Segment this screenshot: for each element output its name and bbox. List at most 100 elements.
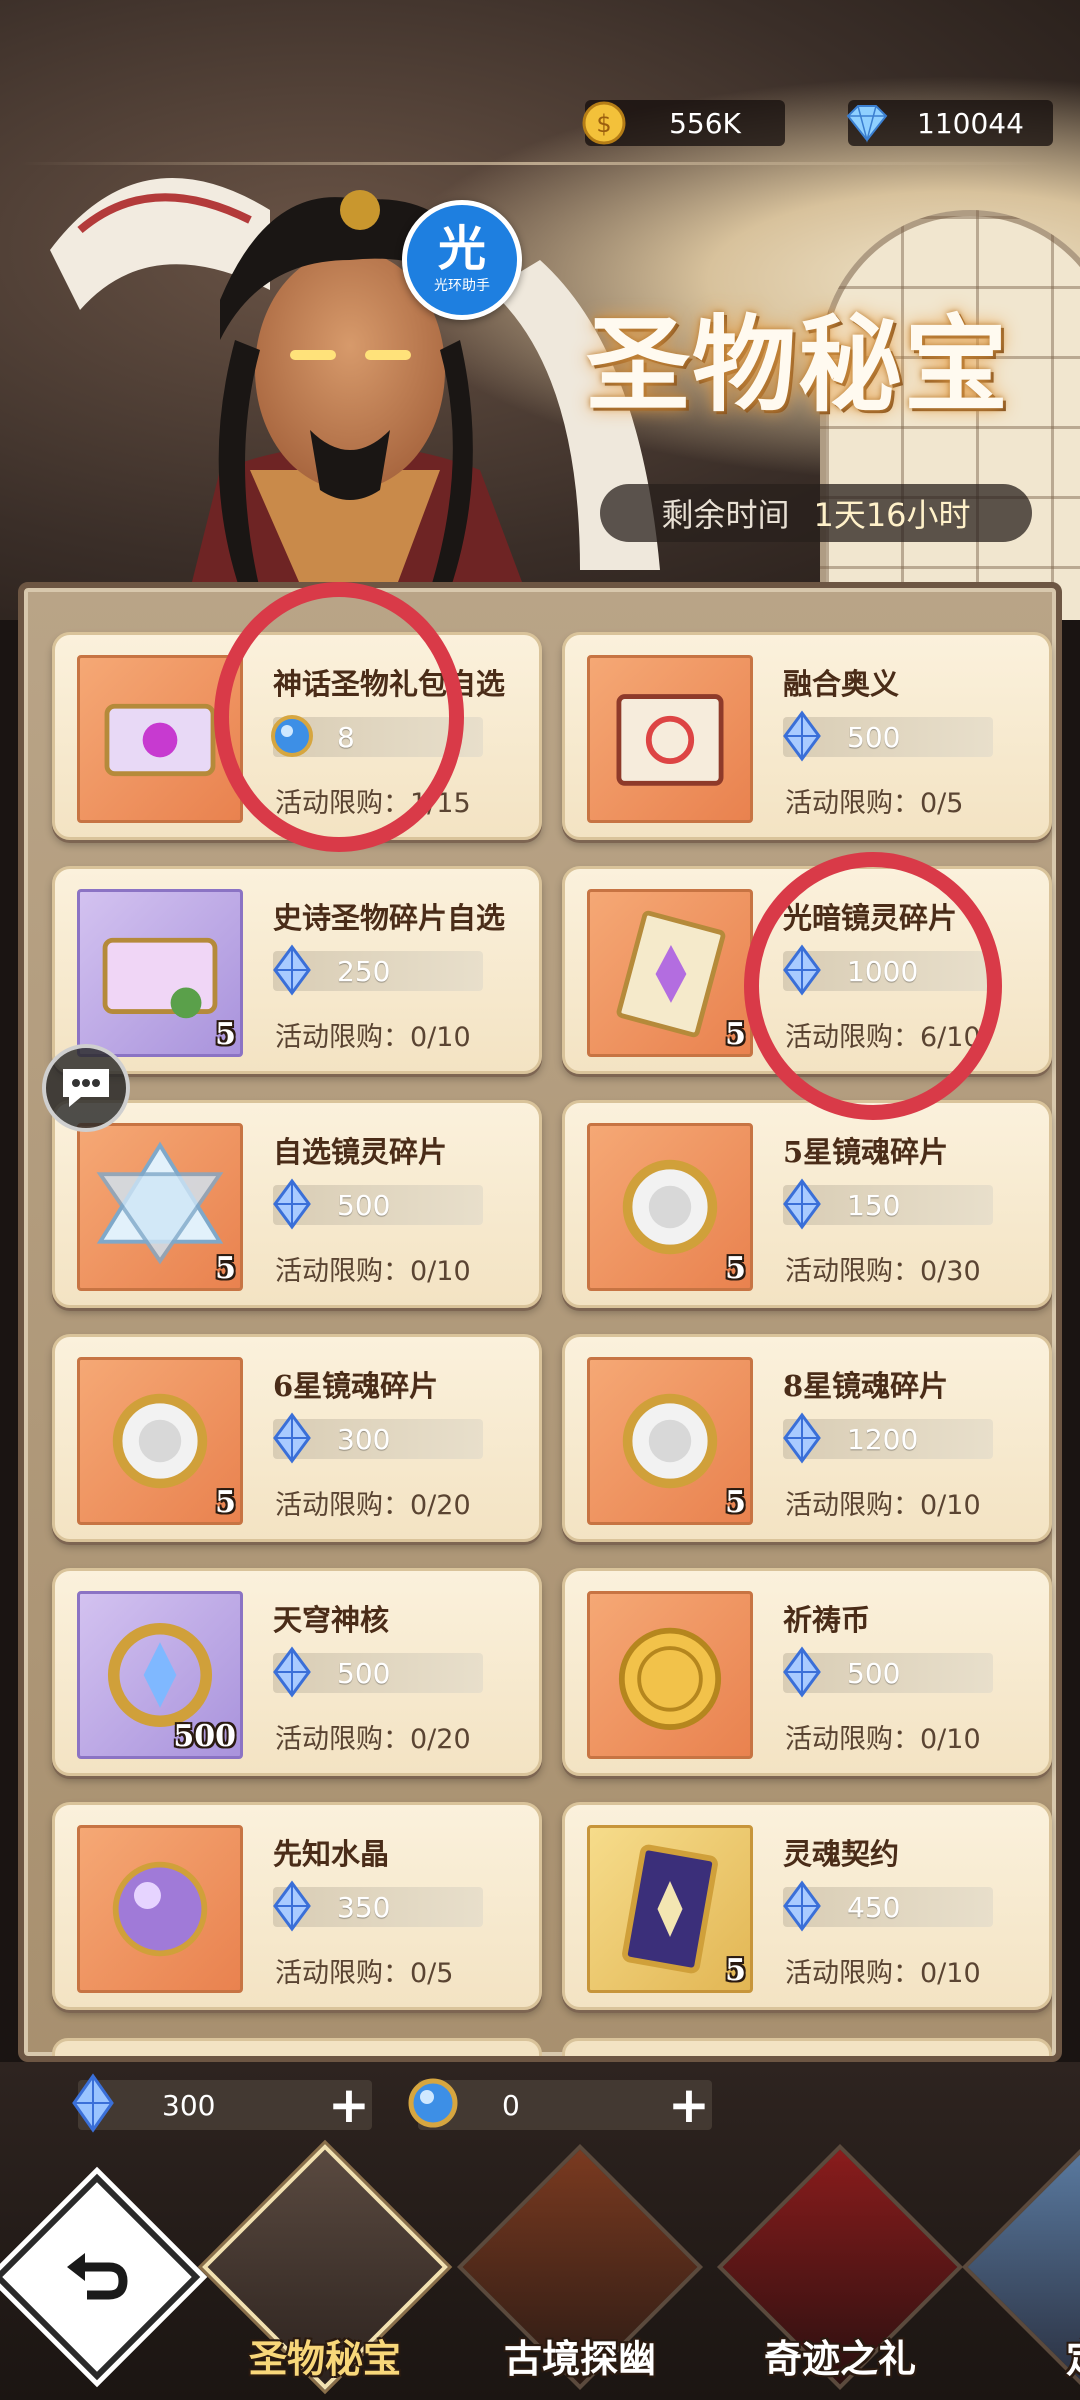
shop-item-card[interactable]: 融合奥义 500 活动限购：0/5 [562, 632, 1052, 840]
timer-label: 剩余时间 [661, 496, 790, 534]
timer-value: 1天16小时 [813, 496, 971, 534]
shop-item-card[interactable]: 5 灵魂契约 450 活动限购：0/10 [562, 1802, 1052, 2010]
crystal-icon [273, 1412, 311, 1464]
item-price[interactable]: 150 [783, 1178, 993, 1230]
remaining-time: 剩余时间 1天16小时 [600, 484, 1032, 542]
item-price[interactable]: 500 [783, 710, 993, 762]
crystal-icon [783, 1412, 821, 1464]
shop-item-card[interactable]: 先知水晶 350 活动限购：0/5 [52, 1802, 542, 2010]
item-thumbnail [587, 655, 753, 823]
event-title: 圣物秘宝 [585, 303, 1010, 426]
add-crystal-button[interactable]: + [322, 2076, 376, 2134]
item-price[interactable]: 500 [273, 1178, 483, 1230]
item-name: 8星镜魂碎片 [783, 1369, 949, 1403]
item-count: 5 [725, 1017, 746, 1052]
crystal-icon [783, 944, 821, 996]
crystal-icon [273, 1178, 311, 1230]
next-row-card-right [562, 2038, 1052, 2056]
item-price[interactable]: 450 [783, 1880, 993, 1932]
item-thumbnail: 500 [77, 1591, 243, 1759]
purchase-limit: 活动限购：6/10 [785, 1022, 981, 1053]
item-price[interactable]: 500 [273, 1646, 483, 1698]
item-name: 灵魂契约 [783, 1837, 900, 1871]
item-price[interactable]: 1200 [783, 1412, 993, 1464]
helper-label: 光环助手 [434, 278, 490, 294]
crystal-icon [783, 710, 821, 762]
return-arrow-icon [67, 2253, 128, 2300]
purchase-limit: 活动限购：0/20 [275, 1490, 471, 1521]
next-row-card-left [52, 2038, 542, 2056]
item-name: 先知水晶 [273, 1837, 390, 1871]
crystal-icon [783, 1880, 821, 1932]
helper-glyph: 光 [437, 221, 486, 277]
nav-tab[interactable]: 古境探幽 [455, 2143, 705, 2400]
add-orb-button[interactable]: + [662, 2076, 716, 2134]
shop-item-card[interactable]: 神话圣物礼包自选 8 活动限购：1/15 [52, 632, 542, 840]
item-price[interactable]: 8 [271, 715, 483, 757]
item-price[interactable]: 250 [273, 944, 483, 996]
orb-wallet: 0 + [408, 2076, 712, 2134]
purchase-limit: 活动限购：0/10 [785, 1490, 981, 1521]
item-count: 5 [725, 1953, 746, 1988]
crystal-wallet: 300 + [72, 2073, 372, 2134]
item-artwork [618, 1627, 722, 1730]
crystal-icon [273, 1880, 311, 1932]
diamond-icon [846, 105, 888, 143]
item-name: 史诗圣物碎片自选 [273, 901, 506, 935]
crystal-icon [72, 2073, 114, 2133]
shop-item-card[interactable]: 5 光暗镜灵碎片 1000 活动限购：6/10 [562, 866, 1052, 1074]
nav-tab[interactable]: 圣物秘宝 [200, 2143, 450, 2400]
shop-item-card[interactable]: 5 自选镜灵碎片 500 活动限购：0/10 [52, 1100, 542, 1308]
tab-label: 圣物秘宝 [248, 2336, 401, 2381]
item-thumbnail: 5 [587, 1123, 753, 1291]
item-name: 自选镜灵碎片 [273, 1135, 448, 1169]
shop-item-card[interactable]: 祈祷币 500 活动限购：0/10 [562, 1568, 1052, 1776]
shop-item-card[interactable]: 5 6星镜魂碎片 300 活动限购：0/20 [52, 1334, 542, 1542]
item-artwork [104, 703, 216, 777]
shop-panel: 神话圣物礼包自选 8 活动限购：1/15 融合奥义 500 活动限购：0/5 5 史诗圣物碎片… [18, 582, 1062, 2062]
purchase-limit: 活动限购：0/10 [785, 1724, 981, 1755]
item-thumbnail: 5 [587, 1357, 753, 1525]
shop-item-card[interactable]: 5 5星镜魂碎片 150 活动限购：0/30 [562, 1100, 1052, 1308]
item-count: 5 [725, 1485, 746, 1520]
item-name: 天穹神核 [273, 1603, 390, 1637]
item-name: 6星镜魂碎片 [273, 1369, 439, 1403]
item-thumbnail: 5 [77, 1123, 243, 1291]
chat-button[interactable] [42, 1044, 130, 1132]
gold-balance[interactable]: $ 556K [582, 100, 785, 146]
gem-balance[interactable]: 110044 [846, 100, 1053, 146]
crystal-icon [273, 1646, 311, 1698]
item-price[interactable]: 500 [783, 1646, 993, 1698]
item-thumbnail: 5 [77, 889, 243, 1057]
nav-tab[interactable]: 定 [960, 2143, 1080, 2400]
shop-item-card[interactable]: 5 史诗圣物碎片自选 250 活动限购：0/10 [52, 866, 542, 1074]
crystal-icon [783, 1178, 821, 1230]
nav-tab[interactable]: 奇迹之礼 [715, 2143, 965, 2400]
item-artwork [112, 1861, 208, 1957]
purchase-limit: 活动限购：0/10 [785, 1958, 981, 1989]
item-price[interactable]: 1000 [783, 944, 993, 996]
item-name: 神话圣物礼包自选 [273, 667, 506, 701]
blue-orb-icon [271, 715, 313, 757]
shop-item-card[interactable]: 5 8星镜魂碎片 1200 活动限购：0/10 [562, 1334, 1052, 1542]
top-divider [20, 162, 1060, 165]
item-thumbnail: 5 [77, 1357, 243, 1525]
blue-orb-icon [408, 2078, 458, 2128]
gold-coin-icon: $ [582, 101, 626, 145]
item-count: 500 [173, 1719, 236, 1754]
item-name: 祈祷币 [783, 1603, 871, 1637]
item-count: 5 [725, 1251, 746, 1286]
item-name: 5星镜魂碎片 [783, 1135, 949, 1169]
item-thumbnail: 5 [587, 889, 753, 1057]
item-price[interactable]: 300 [273, 1412, 483, 1464]
purchase-limit: 活动限购：0/30 [785, 1256, 981, 1287]
shop-item-card[interactable]: 500 天穹神核 500 活动限购：0/20 [52, 1568, 542, 1776]
helper-app-badge[interactable]: 光 光环助手 [402, 200, 522, 320]
item-name: 融合奥义 [783, 667, 900, 701]
item-count: 5 [215, 1017, 236, 1052]
svg-text:$: $ [596, 110, 611, 138]
purchase-limit: 活动限购：1/15 [275, 788, 471, 819]
item-name: 光暗镜灵碎片 [783, 901, 958, 935]
item-thumbnail [77, 655, 243, 823]
item-price[interactable]: 350 [273, 1880, 483, 1932]
